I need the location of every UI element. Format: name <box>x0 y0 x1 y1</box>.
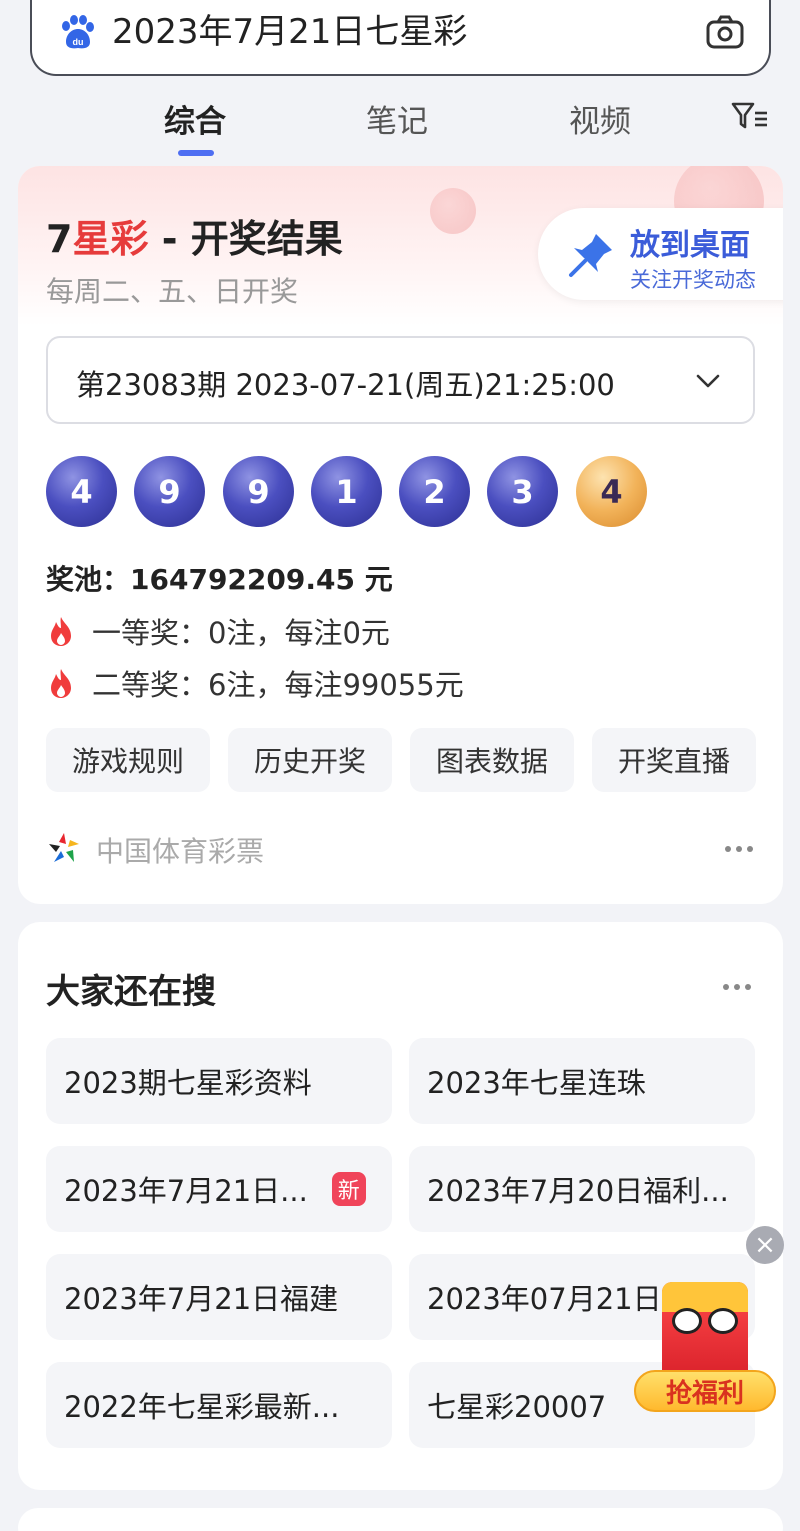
related-search-chip[interactable]: 2023年七星连珠 <box>409 1038 755 1124</box>
number-ball: 3 <box>487 456 558 527</box>
action-buttons: 游戏规则 历史开奖 图表数据 开奖直播 <box>46 728 756 792</box>
related-search-chip[interactable]: 2023年7月21日... 新 <box>46 1146 392 1232</box>
number-ball: 1 <box>311 456 382 527</box>
winning-numbers: 4 9 9 1 2 3 4 <box>46 456 666 536</box>
tab-comprehensive[interactable]: 综合 <box>164 96 226 141</box>
special-number-ball: 4 <box>576 456 647 527</box>
camera-icon[interactable] <box>705 14 745 50</box>
follow-draw-label: 关注开奖动态 <box>630 268 756 292</box>
issue-selected-value: 第23083期 2023-07-21(周五)21:25:00 <box>76 368 615 402</box>
tab-videos[interactable]: 视频 <box>569 96 631 141</box>
envelope-eye-icon <box>708 1308 738 1334</box>
prize-first-text: 一等奖：0注，每注0元 <box>92 616 390 650</box>
history-draws-button[interactable]: 历史开奖 <box>228 728 392 792</box>
source-name: 中国体育彩票 <box>96 835 265 868</box>
jackpot-label: 奖池： <box>46 563 131 596</box>
source-row: 中国体育彩票 <box>46 830 756 870</box>
add-to-desktop-label: 放到桌面 <box>630 228 750 263</box>
svg-text:du: du <box>73 37 84 47</box>
related-search-chip[interactable]: 2023年7月20日福利... <box>409 1146 755 1232</box>
related-heading: 大家还在搜 <box>46 972 216 1012</box>
issue-dropdown[interactable]: 第23083期 2023-07-21(周五)21:25:00 <box>46 336 755 424</box>
tab-notes[interactable]: 笔记 <box>366 96 428 141</box>
active-tab-indicator <box>178 150 214 156</box>
prize-second-text: 二等奖：6注，每注99055元 <box>92 668 464 702</box>
search-bar[interactable]: du 2023年7月21日七星彩 <box>30 0 771 76</box>
fire-icon <box>51 617 71 646</box>
decorative-ball-icon <box>430 188 476 234</box>
more-options-icon[interactable] <box>725 846 753 852</box>
china-sports-lottery-logo-icon <box>49 833 79 862</box>
related-search-chip[interactable]: 2023年7月21日福建 <box>46 1254 392 1340</box>
jackpot-pool: 奖池：164792209.45 元 <box>46 558 393 598</box>
filter-icon[interactable] <box>730 100 770 132</box>
close-icon[interactable]: × <box>746 1226 784 1264</box>
grab-benefits-button[interactable]: 抢福利 <box>634 1370 776 1412</box>
fire-icon <box>51 669 71 698</box>
prize-row-first: 一等奖：0注，每注0元 <box>46 610 390 652</box>
jackpot-value: 164792209.45 元 <box>130 563 393 596</box>
related-search-chip[interactable]: 2022年七星彩最新... <box>46 1362 392 1448</box>
envelope-eye-icon <box>672 1308 702 1334</box>
baidu-paw-icon: du <box>62 15 94 49</box>
search-query[interactable]: 2023年7月21日七星彩 <box>112 12 467 52</box>
pushpin-icon <box>569 234 612 277</box>
tab-bar: 综合 笔记 视频 <box>0 90 800 160</box>
lottery-result-card: 7星彩 - 开奖结果 每周二、五、日开奖 放到桌面 关注开奖动态 第23083期… <box>18 166 783 904</box>
card-title: 7星彩 - 开奖结果 <box>46 217 343 261</box>
game-rules-button[interactable]: 游戏规则 <box>46 728 210 792</box>
related-search-chip[interactable]: 2023期七星彩资料 <box>46 1038 392 1124</box>
chart-data-button[interactable]: 图表数据 <box>410 728 574 792</box>
number-ball: 9 <box>134 456 205 527</box>
draw-schedule: 每周二、五、日开奖 <box>46 275 299 308</box>
number-ball: 2 <box>399 456 470 527</box>
prize-row-second: 二等奖：6注，每注99055元 <box>46 662 464 704</box>
number-ball: 4 <box>46 456 117 527</box>
new-badge: 新 <box>331 1172 366 1206</box>
red-envelope-icon[interactable] <box>662 1282 748 1382</box>
chevron-down-icon <box>696 374 720 388</box>
number-ball: 9 <box>223 456 294 527</box>
add-to-desktop-button[interactable]: 放到桌面 关注开奖动态 <box>538 208 783 300</box>
next-result-card <box>18 1508 783 1531</box>
live-draw-button[interactable]: 开奖直播 <box>592 728 756 792</box>
more-options-icon[interactable] <box>723 984 751 990</box>
